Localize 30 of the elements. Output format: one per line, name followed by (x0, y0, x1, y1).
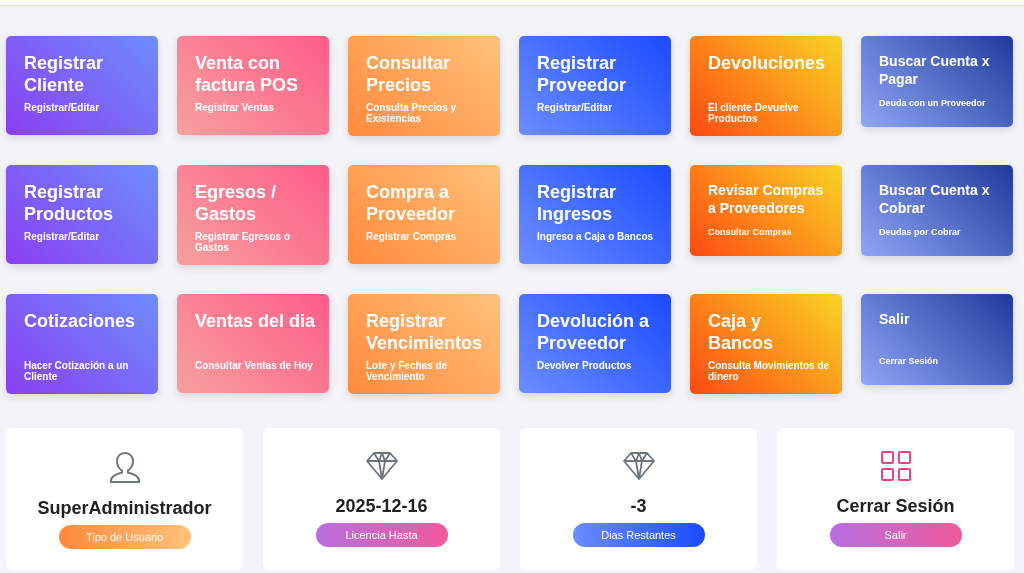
menu-tile[interactable]: Egresos / Gastos Registrar Egresos o Gastos (177, 165, 329, 265)
menu-tile[interactable]: Buscar Cuenta x Cobrar Deudas por Cobrar (861, 165, 1013, 256)
diamond-icon (621, 450, 656, 482)
menu-tile[interactable]: Registrar Productos Registrar/Editar (6, 165, 158, 264)
card-badge: Salir (829, 523, 962, 547)
card-value: SuperAdministrador (37, 498, 212, 519)
menu-tile[interactable]: Caja y Bancos Consulta Movimientos de dinero (690, 294, 842, 394)
menu-tile[interactable]: Registrar Cliente Registrar/Editar (6, 36, 158, 135)
menu-tile[interactable]: Devolución a Proveedor Devolver Productos (519, 294, 671, 393)
menu-tile[interactable]: Venta con factura POS Registrar Ventas (177, 36, 329, 135)
menu-tile[interactable]: Compra a Proveedor Registrar Compras (348, 165, 500, 264)
menu-tile[interactable]: Salir Cerrar Sesión (861, 294, 1013, 385)
grid-icon (879, 450, 912, 482)
menu-tile[interactable]: Ventas del dia Consultar Ventas de Hoy (177, 294, 329, 393)
menu-tile[interactable]: Registrar Ingresos Ingreso a Caja o Bancos (519, 165, 671, 264)
card-value: 2025-12-16 (335, 496, 428, 517)
card-badge: Licencia Hasta (315, 523, 448, 547)
menu-tile[interactable]: Cotizaciones Hacer Cotización a un Cliente (6, 294, 158, 394)
card-value: Cerrar Sesión (836, 496, 955, 517)
card-value: -3 (630, 496, 647, 517)
card-badge: Dias Restantes (572, 523, 705, 547)
menu-tile[interactable]: Registrar Proveedor Registrar/Editar (519, 36, 671, 135)
user-icon (107, 450, 142, 484)
menu-tile[interactable]: Registrar Vencimientos Lote y Fechas de Vencimiento (348, 294, 500, 394)
menu-tile[interactable]: Consultar Precios Consulta Precios y Existencias (348, 36, 500, 136)
card-badge: Tipo de Usuario (58, 525, 191, 549)
menu-tile[interactable]: Devoluciones El cliente Devuelve Productos (690, 36, 842, 136)
menu-tile[interactable]: Buscar Cuenta x Pagar Deuda con un Proveedor (861, 36, 1013, 127)
menu-tile[interactable]: Revisar Compras a Proveedores Consultar Compras (690, 165, 842, 256)
diamond-icon (364, 450, 399, 482)
